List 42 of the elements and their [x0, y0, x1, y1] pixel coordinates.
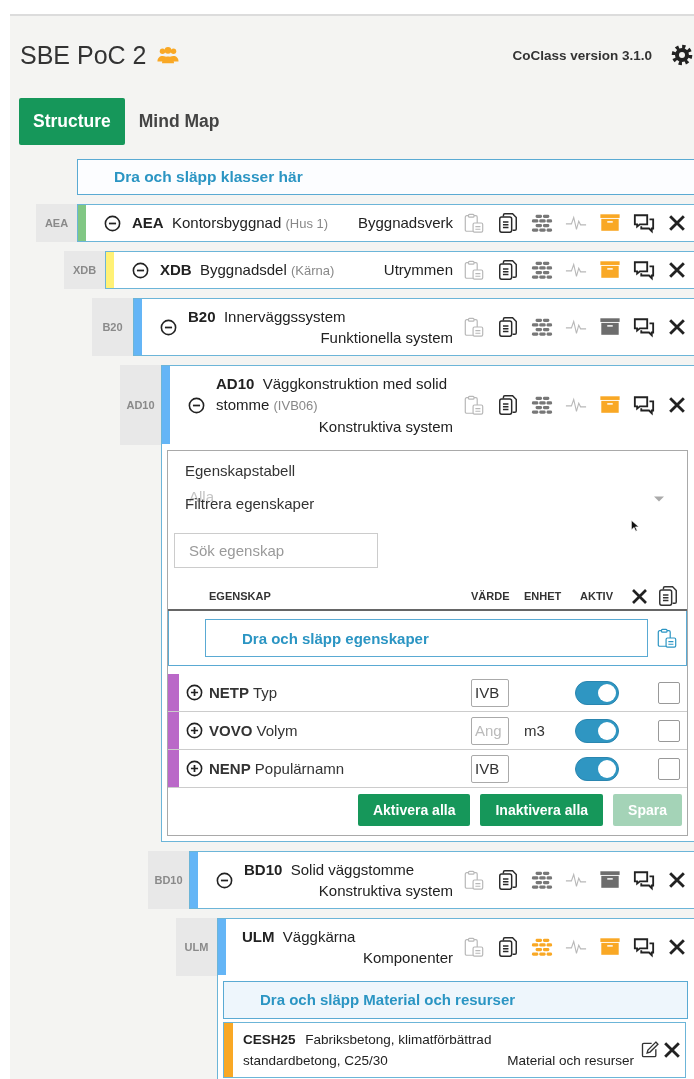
- tab[interactable]: Mind Map: [124, 98, 234, 145]
- class-title: BD10 Solid väggstomme: [244, 860, 415, 880]
- drop-zone[interactable]: Dra och släpp egenskaper: [205, 619, 648, 657]
- class-category: Konstruktiva system: [318, 417, 453, 437]
- property-name: VOVO Volym: [209, 722, 299, 739]
- value-field[interactable]: IVB: [471, 678, 509, 707]
- project-title: SBE PoC 2: [20, 40, 147, 70]
- class-category: Funktionella system: [320, 328, 453, 348]
- code-label: AD10: [120, 365, 161, 445]
- class-title: ULM Väggkärna: [242, 927, 356, 947]
- value-field[interactable]: Ang: [471, 716, 509, 745]
- column-header: VÄRDE: [470, 590, 511, 602]
- search-field[interactable]: Sök egenskap: [174, 533, 378, 568]
- column-header: ENHET: [523, 590, 563, 602]
- panel-title: Egenskapstabell: [184, 461, 297, 480]
- version-label: CoClass version 3.1.0: [512, 47, 652, 63]
- class-category: Konstruktiva system: [318, 881, 453, 901]
- material-category: Material och resurser: [507, 1052, 634, 1070]
- column-header: EGENSKAP: [209, 590, 272, 602]
- drop-zone[interactable]: Dra och släpp klasser här: [77, 159, 694, 195]
- unit-label: m3: [523, 722, 545, 739]
- code-label: AEA: [36, 204, 77, 242]
- material-title: CESH25 Fabriksbetong, klimatförbättrad standardbetong, C25/30: [242, 1031, 493, 1070]
- code-label: B20: [92, 298, 133, 356]
- code-label: BD10: [148, 851, 189, 909]
- class-title: AEA Kontorsbyggnad (Hus 1): [132, 213, 329, 233]
- class-category: Utrymmen: [383, 260, 453, 280]
- class-category: Komponenter: [362, 948, 453, 968]
- code-label: ULM: [176, 918, 217, 976]
- property-name: NETP Typ: [209, 684, 279, 701]
- property-name: NENP Populärnamn: [209, 760, 346, 777]
- action-button[interactable]: Aktivera alla: [357, 794, 471, 826]
- action-button[interactable]: Inaktivera alla: [480, 794, 604, 826]
- class-title: XDB Byggnadsdel (Kärna): [160, 260, 335, 280]
- class-title: B20 Innerväggssystem: [188, 307, 346, 327]
- value-field[interactable]: IVB: [471, 754, 509, 783]
- class-title: AD10 Väggkonstruktion med solid stomme (IVB06): [216, 374, 448, 415]
- code-label: XDB: [64, 251, 105, 289]
- drop-zone[interactable]: Dra och släpp Material och resurser: [223, 981, 688, 1019]
- column-header: AKTIV: [580, 590, 613, 602]
- tab[interactable]: Structure: [19, 98, 125, 145]
- class-category: Byggnadsverk: [357, 213, 453, 233]
